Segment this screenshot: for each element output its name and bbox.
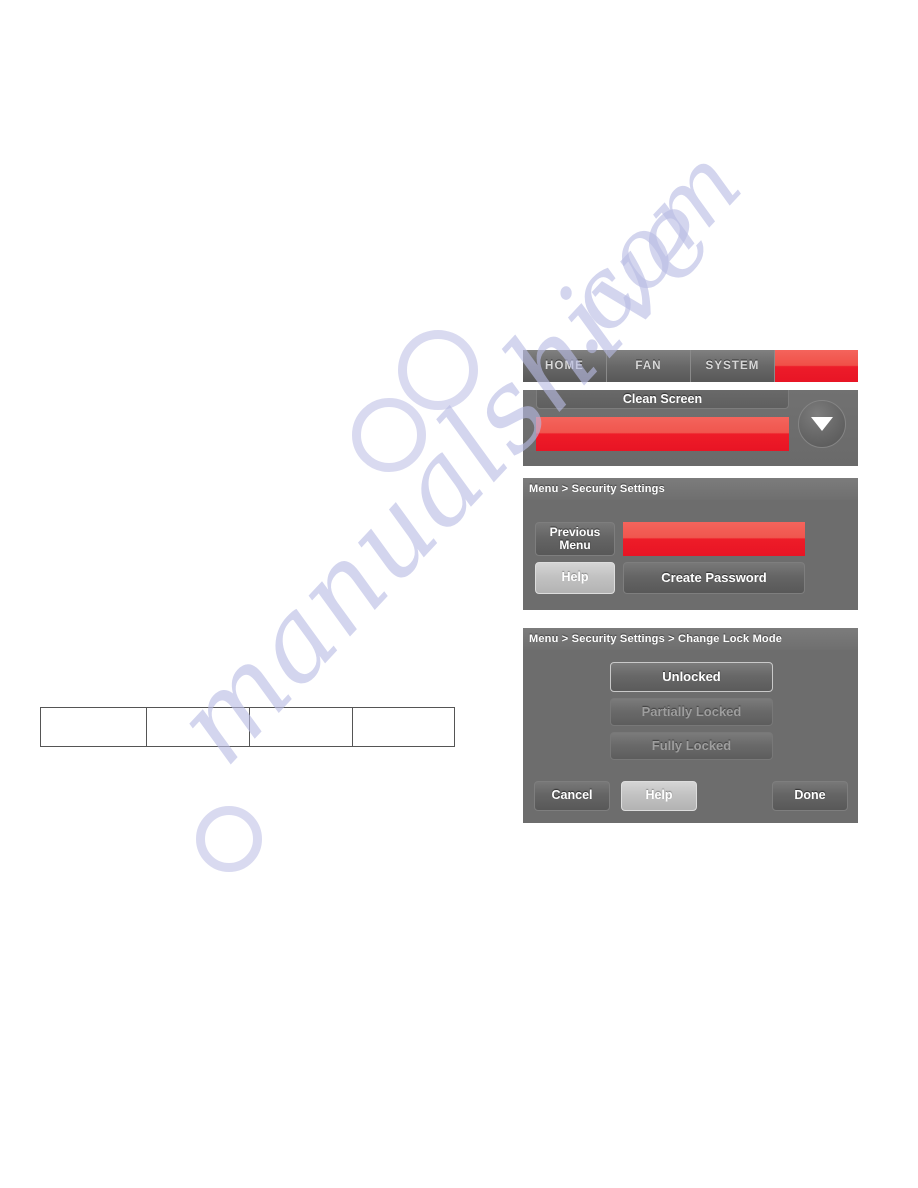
chevron-down-glyph (811, 417, 833, 431)
breadcrumb: Menu > Security Settings (523, 478, 858, 500)
table-cell (145, 707, 251, 747)
nav-tab-system[interactable]: SYSTEM (691, 350, 775, 382)
clean-screen-button[interactable]: Clean Screen (536, 390, 789, 409)
cancel-button-label: Cancel (551, 788, 593, 803)
create-password-button[interactable]: Create Password (623, 562, 805, 594)
create-password-label: Create Password (661, 570, 767, 586)
spec-table (40, 707, 455, 747)
table-cell (249, 707, 354, 747)
thermostat-nav-bar: HOME FAN SYSTEM (523, 350, 858, 382)
table-cell (40, 707, 147, 747)
nav-tab-system-label: SYSTEM (705, 360, 760, 372)
watermark-ring-upper (398, 330, 478, 410)
nav-tab-fan-label: FAN (635, 360, 662, 372)
lock-option-partially-locked-label: Partially Locked (641, 704, 742, 720)
security-redacted-bar[interactable] (623, 522, 805, 556)
nav-tab-fan[interactable]: FAN (607, 350, 691, 382)
nav-tab-redacted[interactable] (775, 350, 858, 382)
watermark-ring-left (196, 806, 262, 872)
lock-option-fully-locked-label: Fully Locked (651, 738, 732, 754)
lock-option-unlocked[interactable]: Unlocked (610, 662, 773, 692)
help-button[interactable]: Help (621, 781, 697, 811)
breadcrumb-label: Menu > Security Settings (529, 483, 665, 495)
table-row (40, 707, 455, 747)
clean-screen-panel: Clean Screen (523, 390, 858, 466)
lock-option-partially-locked[interactable]: Partially Locked (610, 698, 773, 726)
clean-screen-label: Clean Screen (622, 392, 703, 406)
help-button-label: Help (645, 788, 673, 803)
watermark-suffix-text: .com (520, 126, 764, 377)
lock-option-fully-locked[interactable]: Fully Locked (610, 732, 773, 760)
breadcrumb-label: Menu > Security Settings > Change Lock M… (529, 633, 783, 645)
done-button[interactable]: Done (772, 781, 848, 811)
cancel-button[interactable]: Cancel (534, 781, 610, 811)
manual-page: manualshive .com HOME FAN SYSTEM Clean S… (0, 0, 918, 1188)
done-button-label: Done (794, 788, 826, 803)
watermark-ring-lower (352, 398, 426, 472)
clean-screen-redacted-bar[interactable] (536, 417, 789, 451)
security-settings-panel: Menu > Security Settings Previous Menu H… (523, 478, 858, 610)
previous-menu-button[interactable]: Previous Menu (535, 522, 615, 556)
breadcrumb: Menu > Security Settings > Change Lock M… (523, 628, 858, 650)
previous-menu-line2: Menu (559, 538, 591, 552)
nav-tab-home-label: HOME (545, 360, 584, 372)
chevron-down-icon[interactable] (798, 400, 846, 448)
table-cell (352, 707, 455, 747)
change-lock-mode-panel: Menu > Security Settings > Change Lock M… (523, 628, 858, 823)
help-button-label: Help (561, 570, 589, 585)
lock-option-unlocked-label: Unlocked (662, 669, 721, 685)
nav-tab-home[interactable]: HOME (523, 350, 607, 382)
help-button[interactable]: Help (535, 562, 615, 594)
